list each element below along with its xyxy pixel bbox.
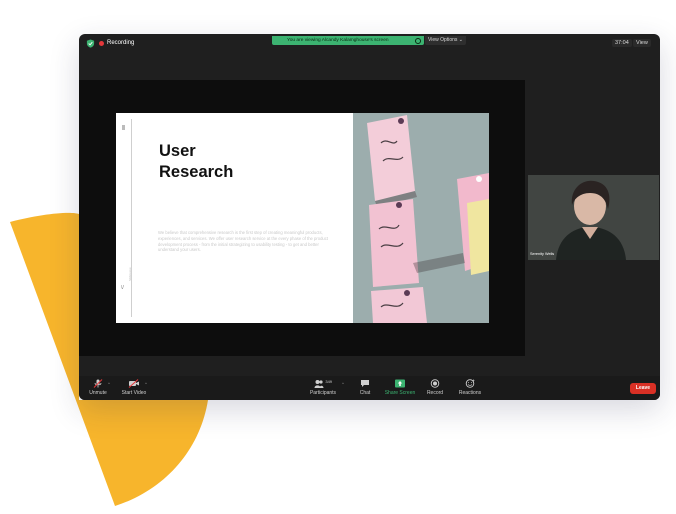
unmute-button[interactable]: Unmute [87, 379, 109, 396]
viewing-screen-banner: You are viewing Alcandy Kalamghouse's sc… [272, 36, 424, 45]
recording-indicator[interactable]: Recording [99, 40, 134, 46]
reactions-icon [465, 379, 475, 388]
chat-label: Chat [359, 390, 371, 396]
slide-vertical-label: Slidewave [128, 267, 132, 281]
slide-text-panel: \/ Slidewave User Research We believe th… [116, 113, 353, 323]
share-screen-button[interactable]: Share Screen [384, 379, 416, 396]
share-screen-label: Share Screen [384, 390, 416, 396]
view-button[interactable]: View [633, 39, 651, 47]
record-label: Record [426, 390, 444, 396]
shared-screen-area: \/ Slidewave User Research We believe th… [79, 80, 525, 356]
participants-label: Participants [309, 390, 337, 396]
record-dot-icon [99, 40, 104, 46]
meeting-window: Recording You are viewing Alcandy Kalamg… [79, 34, 660, 400]
video-off-icon [128, 379, 139, 388]
slide-vertical-rule [131, 119, 132, 317]
sticky-notes-photo [353, 113, 489, 323]
record-icon [430, 379, 440, 388]
audio-options-caret-icon[interactable]: ^ [108, 381, 110, 386]
screen-share-info-icon [415, 38, 421, 44]
presentation-slide: \/ Slidewave User Research We believe th… [116, 113, 489, 323]
meeting-controls-toolbar: Unmute ^ Start Video ^ 349 Participants … [79, 376, 660, 400]
chat-icon [361, 380, 369, 387]
slide-left-marker: \/ [121, 285, 124, 291]
record-button[interactable]: Record [424, 379, 446, 396]
participants-caret-icon[interactable]: ^ [342, 381, 344, 386]
participant-name-label: Serenity Wells [530, 252, 555, 256]
viewing-banner-text: You are viewing Alcandy Kalamghouse's sc… [287, 38, 389, 43]
slide-title-line1: User [159, 142, 196, 160]
slide-title: User Research [159, 141, 279, 183]
unmute-label: Unmute [89, 390, 107, 396]
view-options-button[interactable]: View Options ⌄ [425, 36, 466, 45]
meeting-top-bar: Recording You are viewing Alcandy Kalamg… [79, 34, 660, 54]
meeting-timer: 37:04 [612, 39, 632, 47]
participants-button[interactable]: 349 Participants [305, 379, 341, 396]
video-options-caret-icon[interactable]: ^ [145, 381, 147, 386]
participants-icon-group: 349 [305, 379, 341, 388]
reactions-button[interactable]: Reactions [456, 379, 484, 396]
participant-video-tile[interactable]: Serenity Wells [528, 175, 659, 260]
slide-top-marker [122, 125, 125, 130]
participant-video-image [528, 175, 659, 260]
start-video-button[interactable]: Start Video [120, 379, 148, 396]
reactions-label: Reactions [458, 390, 482, 396]
participants-count: 349 [325, 379, 333, 384]
share-screen-icon [395, 379, 405, 388]
mic-muted-icon [93, 379, 103, 388]
start-video-label: Start Video [121, 390, 147, 396]
shield-icon [86, 39, 95, 48]
slide-title-line2: Research [159, 163, 234, 181]
slide-body-text: We believe that comprehensive research i… [158, 230, 328, 253]
participants-icon [314, 380, 324, 388]
recording-label: Recording [107, 40, 135, 46]
chat-button[interactable]: Chat [356, 379, 374, 396]
leave-button[interactable]: Leave [630, 383, 656, 394]
